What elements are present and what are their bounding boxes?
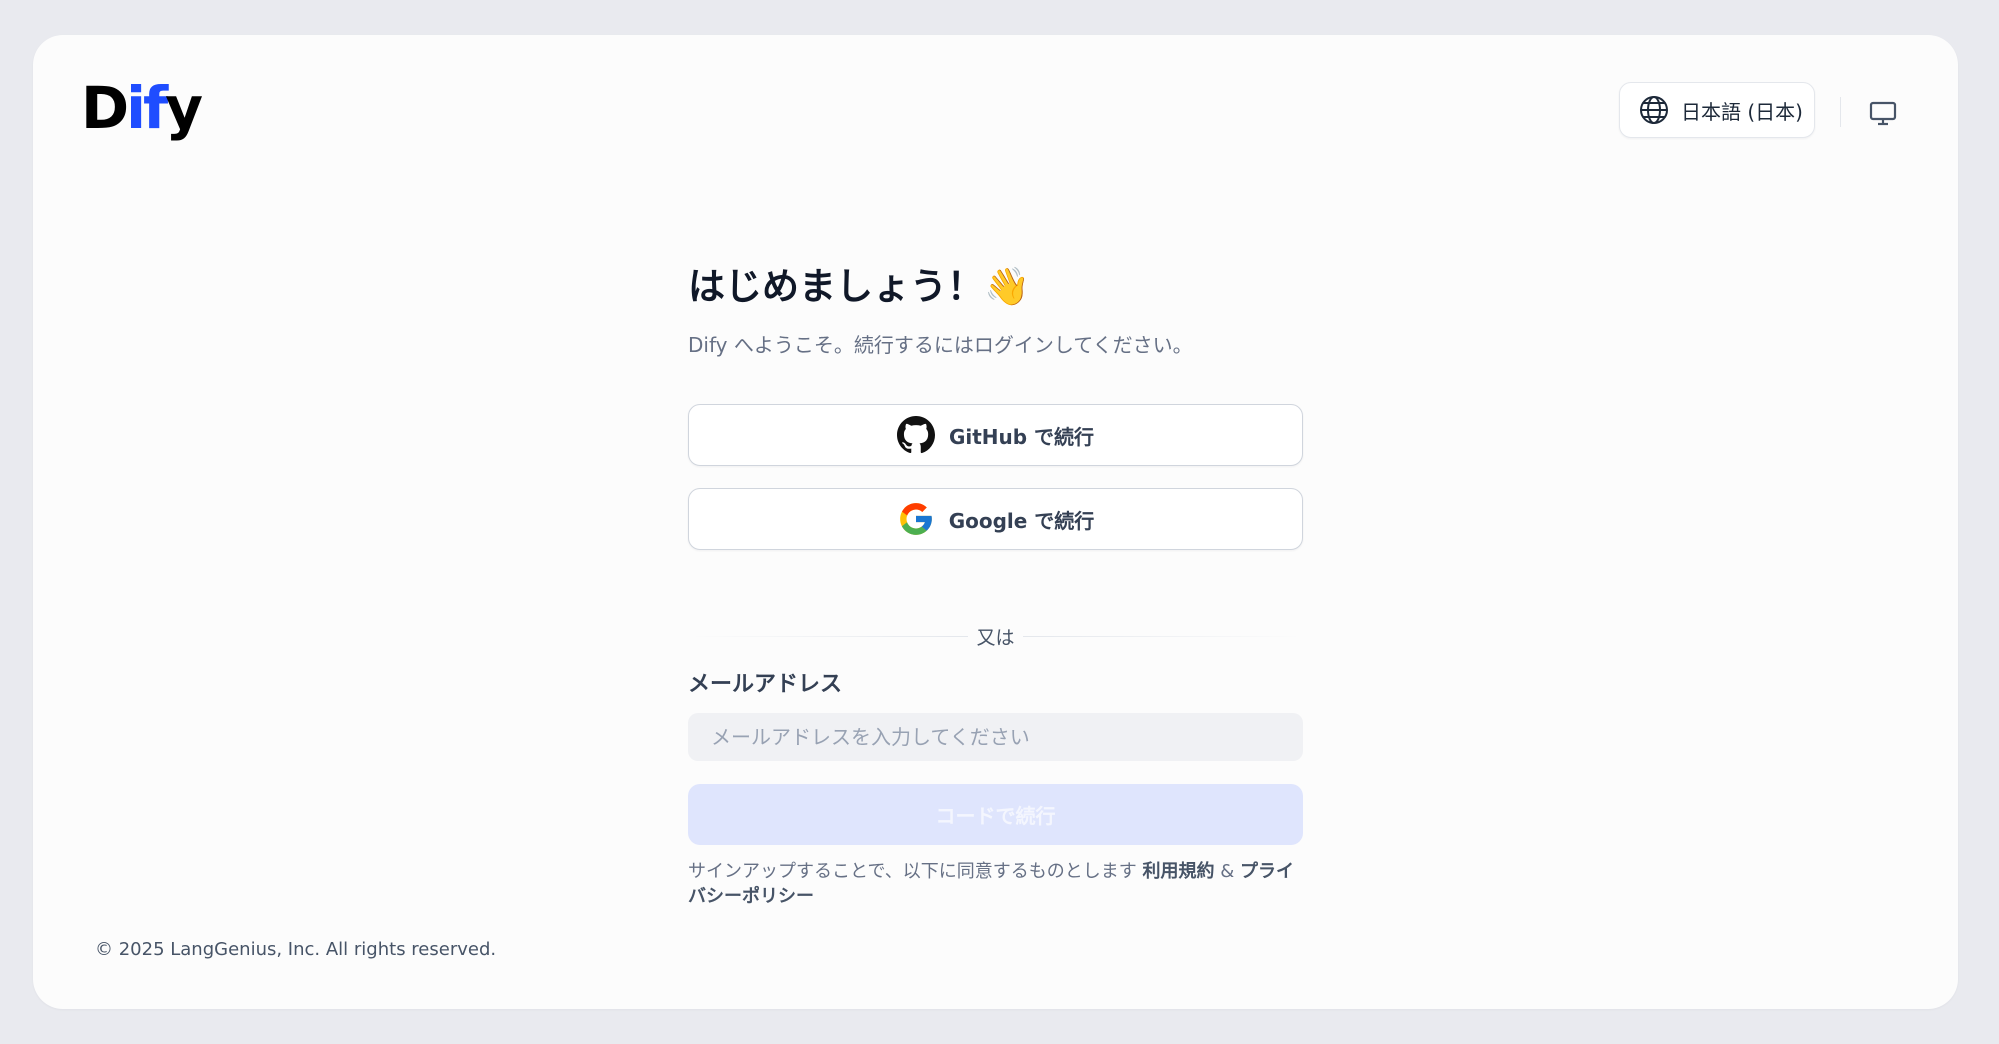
copyright-footer: © 2025 LangGenius, Inc. All rights reser… [95, 939, 497, 960]
google-icon [899, 503, 932, 535]
logo-accent: if [126, 74, 168, 142]
terms-joiner: & [1214, 861, 1240, 882]
language-label: 日本語 (日本) [1681, 99, 1803, 124]
or-divider: 又は [688, 621, 1303, 651]
page-subtitle: Dify へようこそ。続行するにはログインしてください。 [688, 333, 1193, 357]
continue-with-code-button[interactable]: コードで続行 [688, 784, 1303, 845]
terms-notice: サインアップすることで、以下に同意するものとします 利用規約 & プライバシーポ… [688, 859, 1303, 909]
continue-with-code-label: コードで続行 [935, 804, 1056, 828]
globe-icon [1640, 96, 1668, 124]
terms-of-service-link[interactable]: 利用規約 [1142, 861, 1214, 882]
language-selector[interactable]: 日本語 (日本) [1619, 82, 1815, 138]
or-divider-text: 又は [976, 627, 1015, 649]
page-title: はじめましょう！👋 [688, 265, 1031, 308]
email-label: メールアドレス [688, 672, 843, 697]
email-input[interactable] [688, 713, 1303, 761]
google-login-button[interactable]: Google で続行 [688, 488, 1303, 550]
theme-toggle-button[interactable] [1863, 93, 1903, 133]
google-button-label: Google で続行 [948, 508, 1095, 533]
github-button-label: GitHub で続行 [948, 424, 1095, 449]
monitor-icon [1869, 101, 1897, 126]
github-login-button[interactable]: GitHub で続行 [688, 404, 1303, 466]
login-page: Dify 日本語 (日本) はじめましょう！👋 Dify へようこそ。続行するに… [33, 35, 1958, 1009]
logo-suffix: y [165, 74, 203, 142]
logo-prefix: D [81, 74, 129, 142]
dify-logo[interactable]: Dify [81, 79, 203, 137]
terms-prefix: サインアップすることで、以下に同意するものとします [688, 861, 1143, 882]
header-divider [1840, 97, 1841, 127]
github-icon [896, 416, 935, 454]
